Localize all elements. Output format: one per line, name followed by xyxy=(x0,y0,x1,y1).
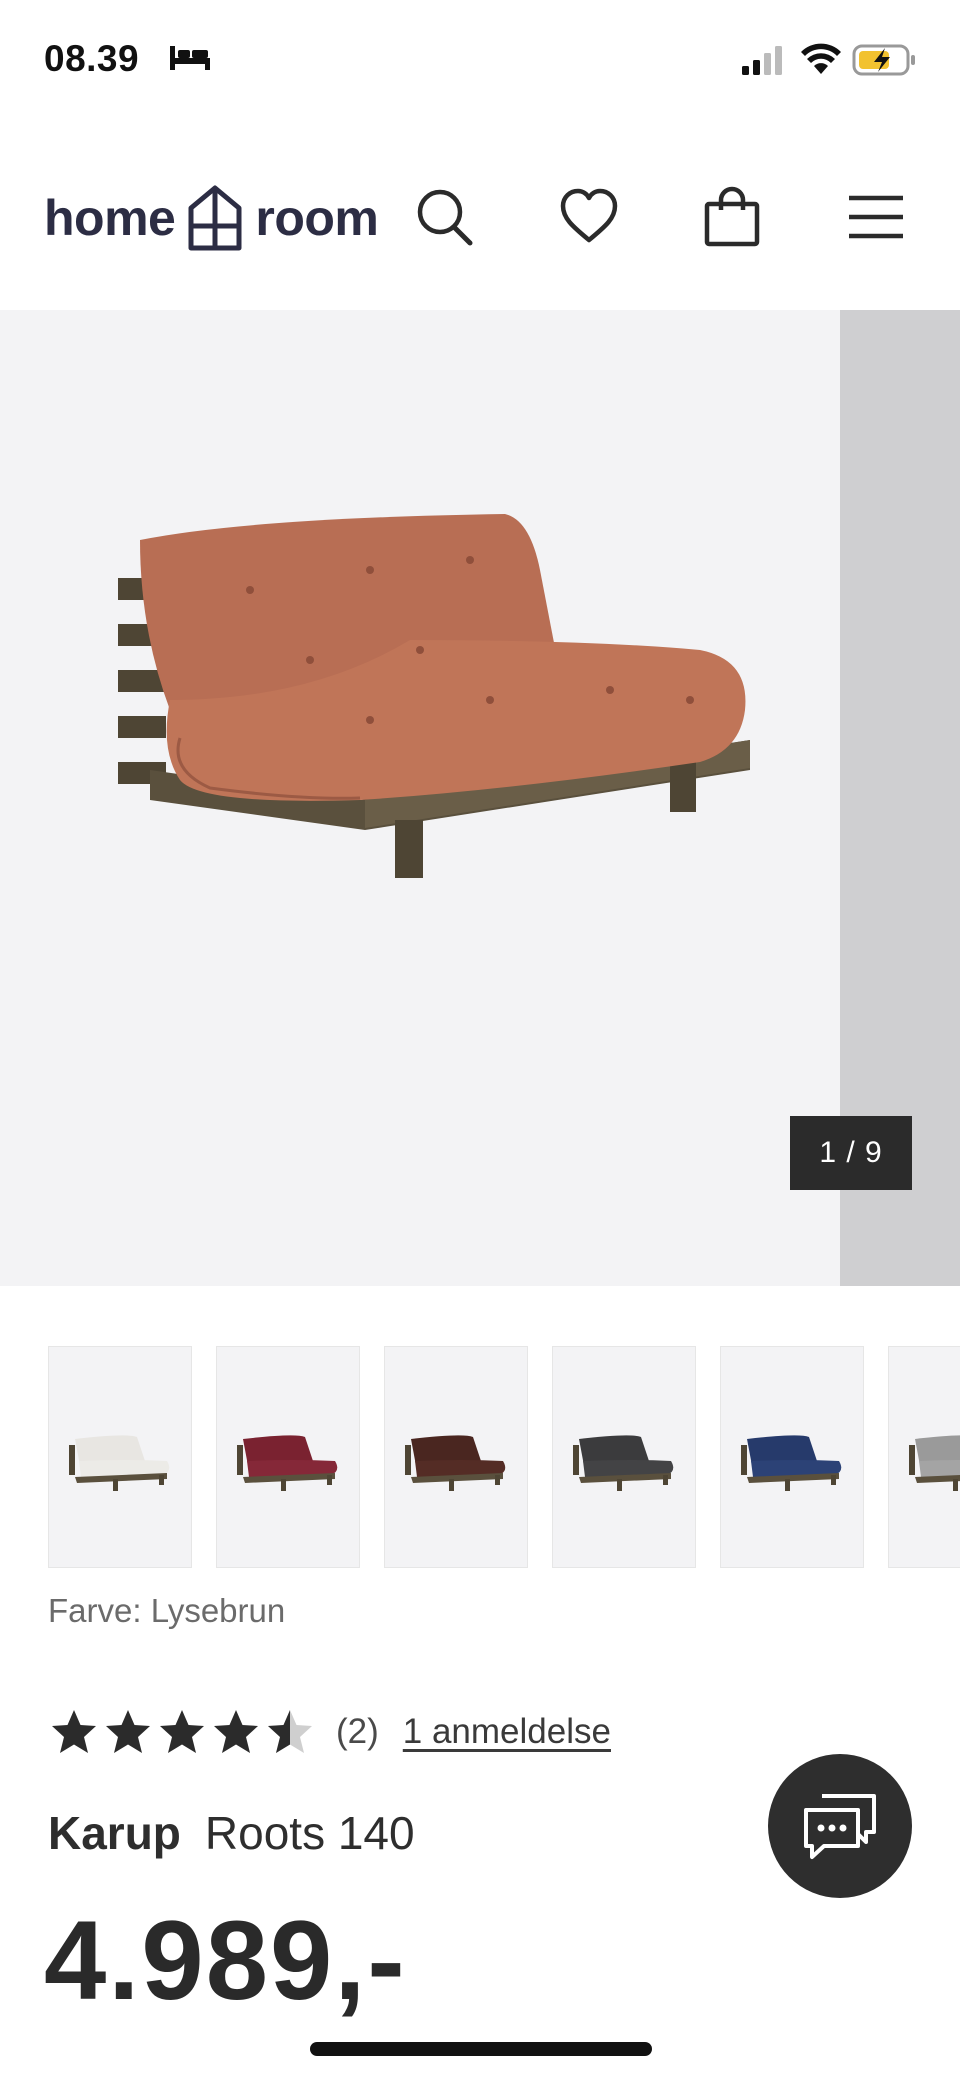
color-thumbnail-dark-grey[interactable] xyxy=(552,1346,696,1568)
color-thumbnail-navy[interactable] xyxy=(720,1346,864,1568)
status-bar: 08.39 xyxy=(0,0,960,120)
sofa-thumbnail-image xyxy=(741,1435,842,1491)
product-price: 4.989,- xyxy=(44,1898,407,2023)
sofa-thumbnail-image xyxy=(405,1435,506,1491)
battery-charging-icon xyxy=(852,44,915,76)
sofa-thumbnail-image xyxy=(237,1435,338,1491)
menu-icon[interactable] xyxy=(841,182,911,252)
star-full-icon xyxy=(160,1710,204,1753)
house-logo-icon xyxy=(188,185,242,251)
star-full-icon xyxy=(52,1710,96,1753)
chat-bubbles-icon xyxy=(804,1794,876,1859)
color-thumbnail-bordeaux[interactable] xyxy=(216,1346,360,1568)
sofa-thumbnail-image xyxy=(573,1435,674,1491)
color-thumbnail-grey[interactable] xyxy=(888,1346,960,1568)
heart-icon[interactable] xyxy=(554,182,624,252)
shopping-bag-icon[interactable] xyxy=(697,182,767,252)
sofa-thumbnail-image xyxy=(69,1435,170,1491)
product-rating: (2) 1 anmeldelse xyxy=(48,1702,611,1762)
color-variant-thumbnails xyxy=(48,1346,960,1568)
image-counter: 1 / 9 xyxy=(790,1116,912,1190)
selected-color-label: Farve: Lysebrun xyxy=(48,1592,286,1629)
star-half-icon xyxy=(268,1710,312,1753)
product-brand: Karup xyxy=(48,1807,181,1859)
home-room-logo[interactable]: home room xyxy=(44,178,379,258)
site-header: home room xyxy=(0,140,960,310)
rating-stars xyxy=(48,1706,318,1758)
product-title: Karup Roots 140 xyxy=(48,1806,415,1860)
chat-button[interactable] xyxy=(768,1754,912,1898)
star-full-icon xyxy=(214,1710,258,1753)
product-image-gallery[interactable]: 1 / 9 xyxy=(0,310,960,1286)
star-full-icon xyxy=(106,1710,150,1753)
logo-text-right: room xyxy=(255,190,379,246)
product-model: Roots 140 xyxy=(204,1807,415,1859)
status-time: 08.39 xyxy=(44,38,140,79)
home-indicator[interactable] xyxy=(310,2042,652,2056)
reviews-link[interactable]: 1 anmeldelse xyxy=(403,1712,611,1752)
color-thumbnail-white[interactable] xyxy=(48,1346,192,1568)
wifi-icon xyxy=(801,43,841,74)
rating-count: (2) xyxy=(336,1712,379,1751)
product-image-sofa xyxy=(118,514,750,878)
cellular-signal-icon xyxy=(742,46,782,75)
sleep-icon xyxy=(170,46,210,70)
color-thumbnail-brown[interactable] xyxy=(384,1346,528,1568)
sofa-thumbnail-image xyxy=(909,1435,960,1491)
logo-text-left: home xyxy=(44,190,176,246)
search-icon[interactable] xyxy=(410,182,480,252)
